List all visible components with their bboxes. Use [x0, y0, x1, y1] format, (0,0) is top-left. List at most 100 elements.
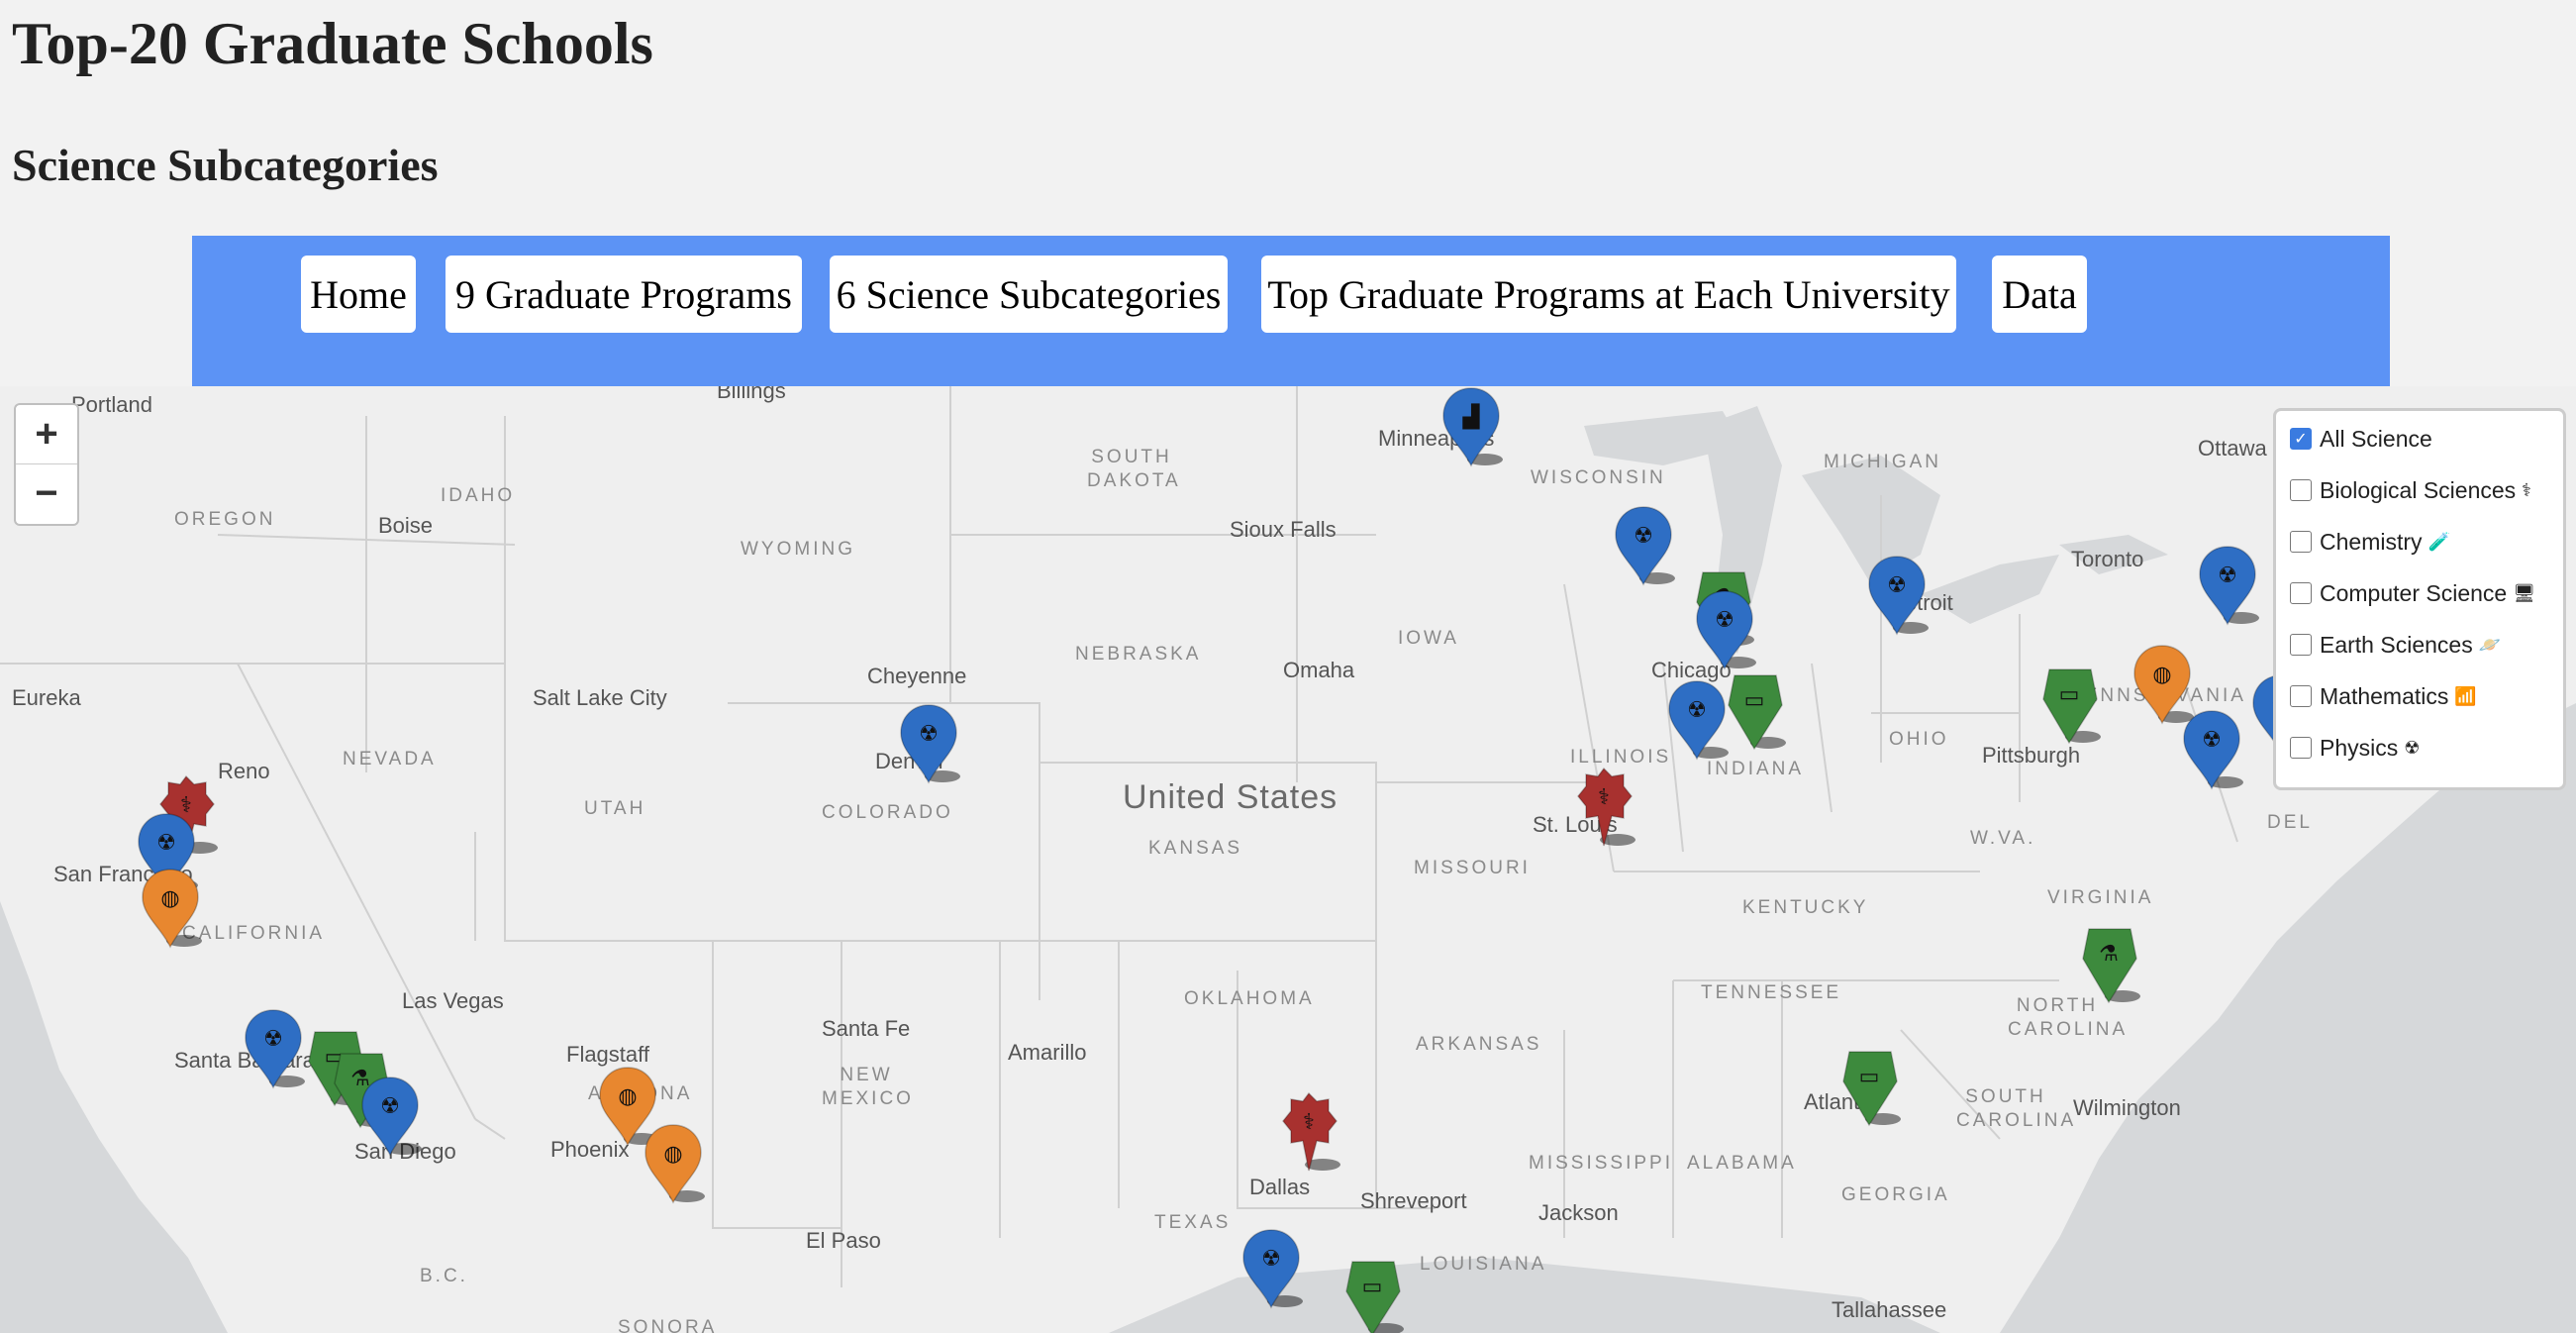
- legend-label: All Science: [2320, 425, 2432, 452]
- state-label: COLORADO: [822, 802, 953, 823]
- legend-item-earth-sciences[interactable]: Earth Sciences 🪐: [2290, 627, 2501, 663]
- state-label: WISCONSIN: [1531, 467, 1666, 488]
- radiation-icon: ☢: [2404, 737, 2421, 758]
- svg-text:☢: ☢: [1887, 573, 1907, 598]
- state-label: KENTUCKY: [1742, 897, 1869, 918]
- physics-marker[interactable]: ☢: [244, 1008, 307, 1091]
- legend-label: Biological Sciences: [2320, 476, 2517, 503]
- city-label: Billings: [717, 386, 786, 403]
- city-label: Eureka: [12, 685, 81, 710]
- zoom-out-button[interactable]: −: [16, 464, 77, 523]
- svg-text:▭: ▭: [1859, 1065, 1880, 1089]
- legend-item-all-science[interactable]: ✓ All Science: [2290, 421, 2432, 457]
- checkbox-icon[interactable]: [2290, 582, 2312, 604]
- page-subtitle: Science Subcategories: [12, 140, 439, 190]
- physics-marker[interactable]: ☢: [1867, 555, 1931, 638]
- city-label: Salt Lake City: [533, 685, 667, 710]
- physics-marker[interactable]: ☢: [899, 703, 962, 786]
- svg-text:▭: ▭: [1744, 688, 1765, 713]
- nav-science-subcategories-button[interactable]: 6 Science Subcategories: [830, 256, 1228, 333]
- city-label: Shreveport: [1360, 1188, 1467, 1213]
- physics-marker[interactable]: ☢: [2198, 545, 2261, 628]
- checkbox-icon[interactable]: [2290, 737, 2312, 759]
- svg-text:☢: ☢: [1687, 698, 1707, 723]
- zoom-control: + −: [14, 403, 79, 526]
- state-label: VIRGINIA: [2047, 887, 2154, 908]
- city-label: Toronto: [2071, 547, 2144, 571]
- state-label: KANSAS: [1148, 838, 1243, 859]
- legend-item-computer-science[interactable]: Computer Science 🖥: [2290, 575, 2535, 611]
- city-label: Sioux Falls: [1230, 517, 1337, 542]
- state-label: IOWA: [1398, 628, 1459, 649]
- state-label: LOUISIANA: [1420, 1254, 1547, 1275]
- state-label: ARKANSAS: [1416, 1034, 1542, 1055]
- state-label: WYOMING: [741, 539, 855, 560]
- nav-data-button[interactable]: Data: [1992, 256, 2087, 333]
- physics-marker[interactable]: ☢: [1695, 589, 1758, 672]
- checkbox-icon[interactable]: [2290, 685, 2312, 707]
- computer-marker[interactable]: ▭: [1839, 1046, 1903, 1129]
- checkbox-icon[interactable]: [2290, 634, 2312, 656]
- biological-marker[interactable]: ⚕: [1279, 1091, 1342, 1175]
- state-label: OREGON: [174, 509, 276, 530]
- legend-label: Chemistry: [2320, 528, 2423, 555]
- legend-item-physics[interactable]: Physics ☢: [2290, 730, 2420, 766]
- city-label: Las Vegas: [402, 988, 504, 1013]
- svg-text:⚕: ⚕: [1303, 1110, 1315, 1135]
- nav-top-programs-button[interactable]: Top Graduate Programs at Each University: [1261, 256, 1956, 333]
- svg-text:☢: ☢: [2218, 564, 2237, 588]
- legend-label: Earth Sciences: [2320, 631, 2473, 658]
- state-label: B.C.: [420, 1266, 468, 1286]
- svg-text:◍: ◍: [663, 1142, 682, 1167]
- physics-marker[interactable]: ☢: [360, 1076, 424, 1159]
- legend-item-biological-sciences[interactable]: Biological Sciences ⚕: [2290, 472, 2531, 508]
- chemistry-marker[interactable]: ⚗: [2079, 923, 2142, 1006]
- state-label: SOUTH DAKOTA: [1087, 447, 1181, 491]
- physics-marker[interactable]: ☢: [1241, 1228, 1305, 1311]
- city-label: Wilmington: [2073, 1095, 2181, 1120]
- state-label: NEBRASKA: [1075, 644, 1202, 665]
- svg-text:◍: ◍: [160, 886, 179, 911]
- svg-text:▭: ▭: [2059, 682, 2080, 707]
- city-label: Jackson: [1538, 1200, 1619, 1225]
- map[interactable]: OREGON IDAHO WYOMING SOUTH DAKOTA NEBRAS…: [0, 386, 2576, 1333]
- legend-item-mathematics[interactable]: Mathematics 📶: [2290, 678, 2477, 714]
- earth-marker[interactable]: ◍: [644, 1123, 707, 1206]
- navbar: Home 9 Graduate Programs 6 Science Subca…: [192, 236, 2390, 386]
- state-label: OHIO: [1889, 729, 1949, 750]
- earth-marker[interactable]: ◍: [141, 868, 204, 951]
- svg-text:☢: ☢: [263, 1027, 283, 1052]
- legend-item-chemistry[interactable]: Chemistry 🧪: [2290, 524, 2450, 560]
- state-label: SONORA: [618, 1317, 718, 1333]
- page-title: Top-20 Graduate Schools: [12, 11, 653, 76]
- state-label: TENNESSEE: [1701, 982, 1842, 1003]
- city-label: Amarillo: [1008, 1040, 1087, 1065]
- checkbox-icon[interactable]: ✓: [2290, 428, 2312, 450]
- signal-bars-icon: 📶: [2454, 685, 2477, 706]
- country-label: United States: [1123, 778, 1338, 816]
- physics-marker[interactable]: ☢: [1614, 505, 1677, 588]
- physics-marker[interactable]: ☢: [1667, 679, 1731, 763]
- svg-text:☢: ☢: [2202, 728, 2222, 753]
- svg-text:⚗: ⚗: [2099, 942, 2119, 967]
- mathematics-marker[interactable]: ▟: [1441, 386, 1505, 469]
- state-label: IDAHO: [441, 485, 516, 506]
- state-label: ALABAMA: [1687, 1153, 1797, 1174]
- zoom-in-button[interactable]: +: [16, 405, 77, 464]
- city-label: Reno: [218, 759, 270, 783]
- physics-marker[interactable]: ☢: [2182, 709, 2245, 792]
- nav-graduate-programs-button[interactable]: 9 Graduate Programs: [446, 256, 802, 333]
- city-label: Tallahassee: [1832, 1297, 1947, 1322]
- biological-marker[interactable]: ⚕: [1574, 767, 1637, 850]
- computer-marker[interactable]: ▭: [1342, 1256, 1406, 1333]
- computer-marker[interactable]: ▭: [2039, 664, 2103, 747]
- checkbox-icon[interactable]: [2290, 479, 2312, 501]
- checkbox-icon[interactable]: [2290, 531, 2312, 553]
- city-label: Flagstaff: [566, 1042, 649, 1067]
- city-label: El Paso: [806, 1228, 881, 1253]
- nav-home-button[interactable]: Home: [301, 256, 416, 333]
- state-label: MICHIGAN: [1824, 452, 1941, 472]
- svg-text:⚕: ⚕: [1598, 785, 1610, 810]
- legend-label: Physics: [2320, 734, 2399, 761]
- computer-marker[interactable]: ▭: [1725, 669, 1788, 753]
